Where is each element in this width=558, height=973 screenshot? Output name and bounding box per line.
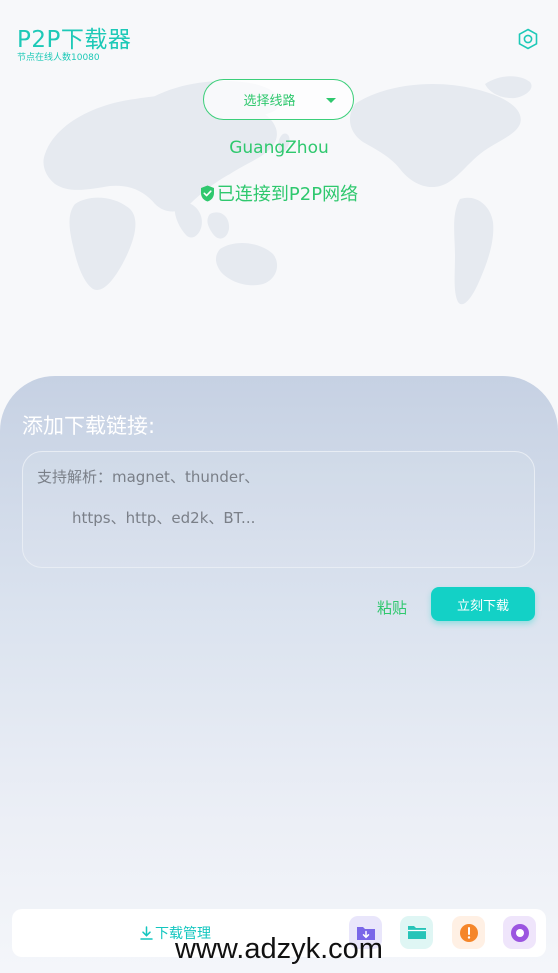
panel-title: 添加下载链接: xyxy=(22,414,156,438)
connection-status: 已连接到P2P网络 xyxy=(0,180,558,206)
settings-button[interactable] xyxy=(517,28,539,50)
paste-button[interactable]: 粘贴 xyxy=(377,597,407,618)
line-selector-label: 选择线路 xyxy=(243,94,296,109)
app-title: P2P下载器 xyxy=(17,27,132,53)
online-count: 节点在线人数10080 xyxy=(17,53,100,63)
hexagon-settings-icon xyxy=(518,28,538,50)
add-download-panel: 添加下载链接: 支持解析：magnet、thunder、 https、http、… xyxy=(0,376,558,973)
watermark-text: www.adzyk.com xyxy=(175,933,383,965)
server-location: GuangZhou xyxy=(229,138,329,158)
download-now-button[interactable]: 立刻下载 xyxy=(431,587,535,621)
shield-check-icon xyxy=(200,185,214,201)
input-placeholder-line2: https、http、ed2k、BT... xyxy=(72,509,256,527)
connection-status-text: 已连接到P2P网络 xyxy=(216,184,359,205)
input-placeholder-line1: 支持解析：magnet、thunder、 xyxy=(37,468,260,486)
line-selector-dropdown[interactable]: 选择线路 xyxy=(203,79,354,120)
chevron-down-icon xyxy=(326,98,336,103)
